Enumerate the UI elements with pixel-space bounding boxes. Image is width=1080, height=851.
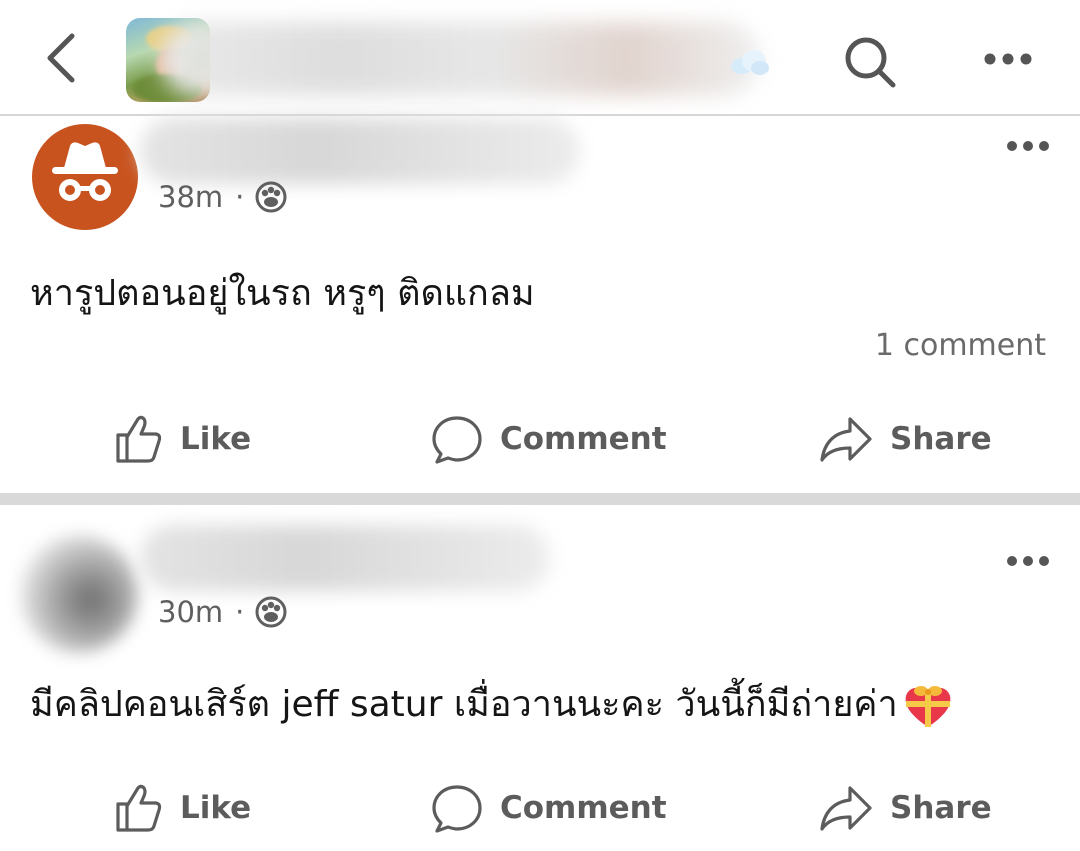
incognito-icon [52,142,118,201]
heart-gift-emoji [905,686,951,727]
like-button[interactable]: Like [112,773,251,843]
share-label: Share [890,421,992,457]
group-privacy-icon [255,181,287,213]
author-name-redacted[interactable] [140,525,550,591]
cloud-emoji-icon [731,50,769,75]
comment-bubble-icon [432,785,482,833]
meta-separator: · [235,180,245,214]
comment-button[interactable]: Comment [430,404,667,474]
share-arrow-icon [820,786,872,831]
post-body: มีคลิปคอนเสิร์ต jeff satur เมื่อวานนะคะ … [30,675,954,732]
chevron-left-icon [47,33,75,83]
post-meta: 30m · [158,595,288,629]
comment-label: Comment [500,421,667,457]
like-button[interactable]: Like [112,404,251,474]
thumbs-up-icon [116,784,162,832]
group-name-redacted[interactable] [160,22,760,96]
top-more-button[interactable] [980,42,1036,76]
thumbs-up-icon [116,415,162,463]
share-label: Share [890,790,992,826]
like-label: Like [180,790,252,826]
more-dots-icon [1007,141,1049,151]
back-button[interactable] [38,28,88,88]
post-separator [0,493,1080,505]
search-button[interactable] [840,32,900,92]
post-card: 38m · หารูปตอนอยู่ในรถ หรูๆ ติดแกลม 1 co… [0,116,1080,496]
share-button[interactable]: Share [818,404,992,474]
action-bar: Like Comment Share [0,404,1080,474]
post-body-text: มีคลิปคอนเสิร์ต jeff satur เมื่อวานนะคะ … [30,684,898,725]
group-privacy-icon [255,596,287,628]
meta-separator: · [235,595,245,629]
author-avatar-redacted[interactable] [20,535,138,653]
more-dots-icon [984,53,1032,65]
comment-count[interactable]: 1 comment [875,328,1046,363]
share-button[interactable]: Share [818,773,992,843]
anonymous-avatar[interactable] [32,124,138,230]
comment-button[interactable]: Comment [430,773,667,843]
comment-label: Comment [500,790,667,826]
more-dots-icon [1007,556,1049,566]
like-label: Like [180,421,252,457]
comment-bubble-icon [432,416,482,464]
post-time[interactable]: 30m [158,595,223,629]
author-name-redacted[interactable] [140,118,580,184]
post-meta: 38m · [158,180,288,214]
search-icon [845,37,896,88]
top-bar [0,0,1080,116]
post-card: 30m · มีคลิปคอนเสิร์ต jeff satur เมื่อวา… [0,505,1080,851]
post-body: หารูปตอนอยู่ในรถ หรูๆ ติดแกลม [30,273,535,314]
post-more-button[interactable] [1004,136,1052,156]
action-bar: Like Comment Share [0,773,1080,843]
share-arrow-icon [820,417,872,462]
post-time[interactable]: 38m [158,180,223,214]
post-more-button[interactable] [1004,551,1052,571]
